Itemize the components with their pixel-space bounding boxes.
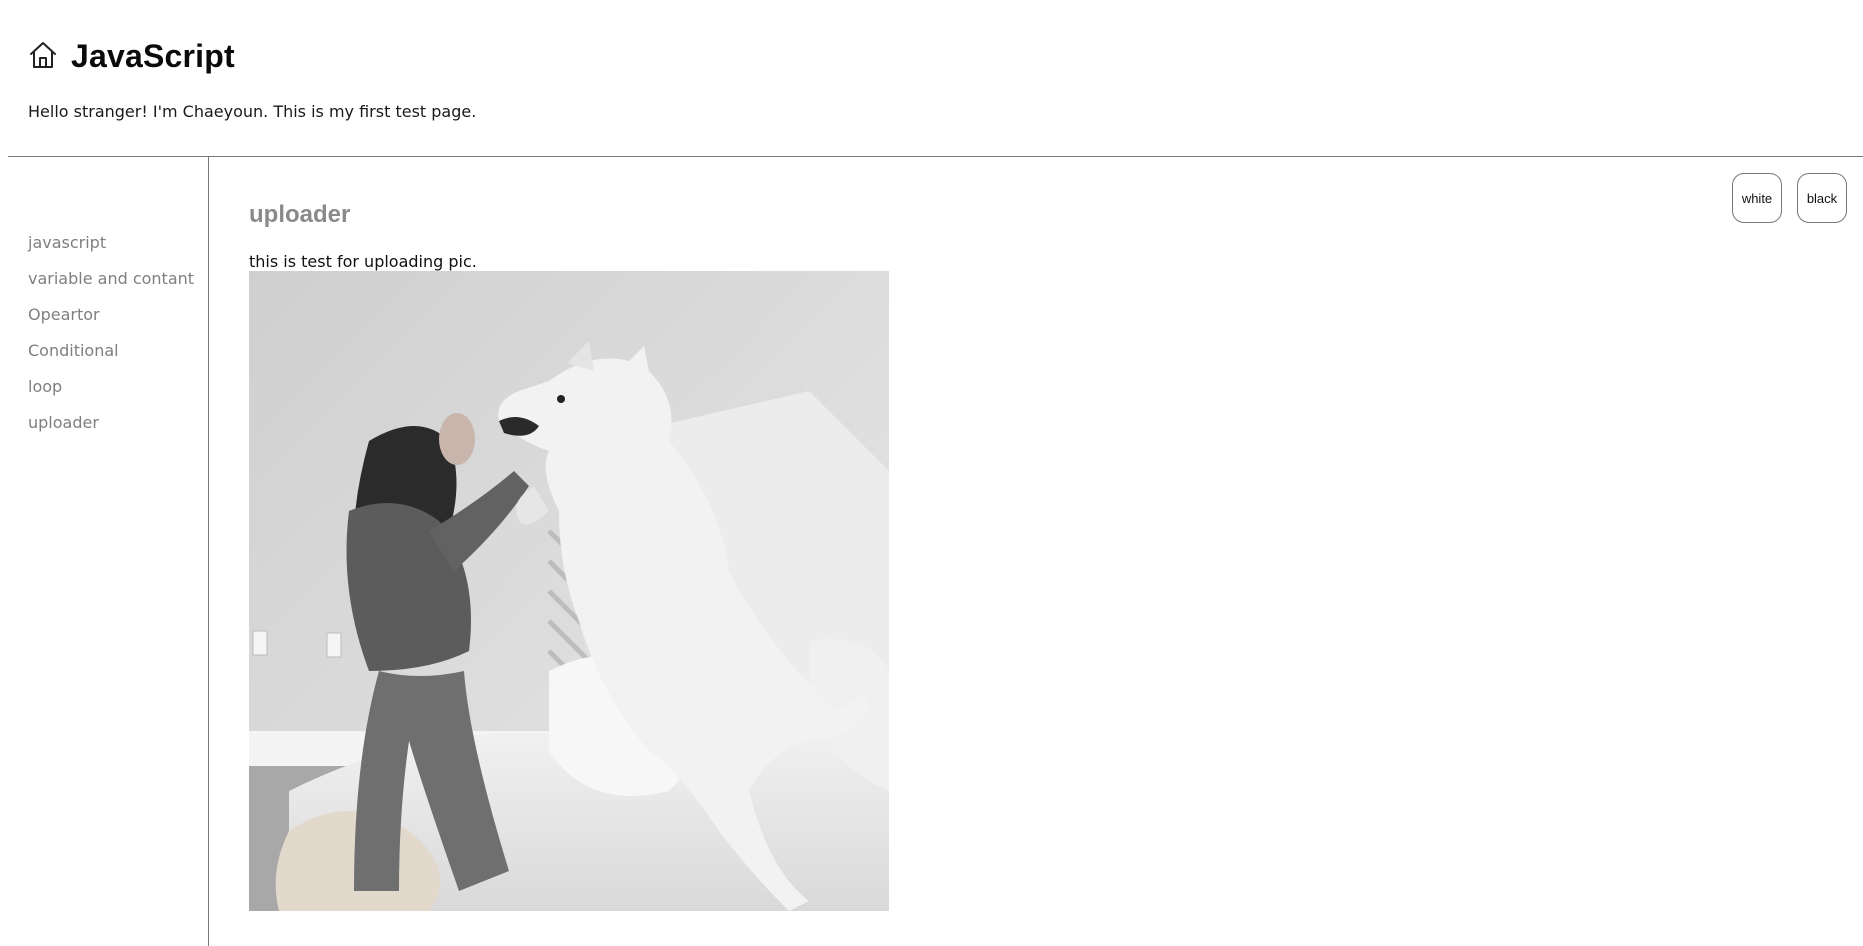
sidebar-item-javascript[interactable]: javascript	[28, 225, 194, 261]
article-text: this is test for uploading pic.	[249, 252, 477, 271]
photo-illustration	[249, 271, 889, 911]
uploaded-photo	[249, 271, 889, 911]
article-title: uploader	[249, 201, 351, 228]
site-description: Hello stranger! I'm Chaeyoun. This is my…	[28, 102, 477, 121]
sidebar-item-loop[interactable]: loop	[28, 369, 194, 405]
main-content: uploader this is test for uploading pic.	[209, 157, 1863, 946]
sidebar: javascript variable and contant Opeartor…	[8, 157, 208, 946]
site-title[interactable]: JavaScript	[71, 38, 235, 75]
sidebar-item-opeartor[interactable]: Opeartor	[28, 297, 194, 333]
white-theme-button[interactable]: white	[1732, 173, 1782, 223]
page-header: JavaScript Hello stranger! I'm Chaeyoun.…	[0, 0, 1863, 157]
black-theme-button[interactable]: black	[1797, 173, 1847, 223]
sidebar-nav-list: javascript variable and contant Opeartor…	[28, 225, 194, 441]
sidebar-item-conditional[interactable]: Conditional	[28, 333, 194, 369]
home-icon[interactable]	[28, 40, 58, 70]
sidebar-item-uploader[interactable]: uploader	[28, 405, 194, 441]
sidebar-item-variable-and-contant[interactable]: variable and contant	[28, 261, 194, 297]
